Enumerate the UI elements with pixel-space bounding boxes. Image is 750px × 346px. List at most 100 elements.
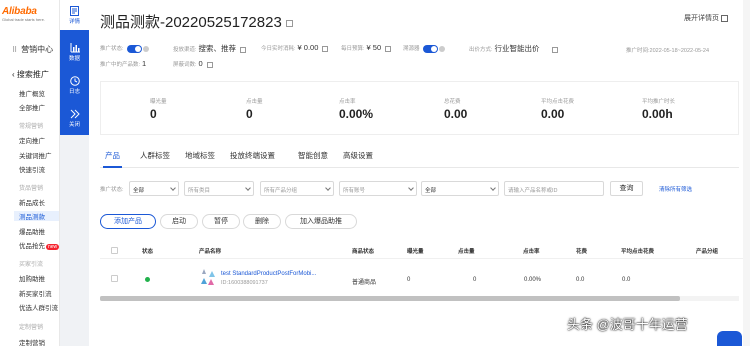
spend-value: 0.0	[576, 277, 585, 283]
smart-toggle-group: 溯源器	[403, 44, 445, 53]
sidebar-item[interactable]: 关键词推广	[19, 150, 52, 160]
product-name-link[interactable]: test StandardProductPostForMobi...	[221, 271, 316, 277]
expand-details-button[interactable]: 展开详情页	[684, 13, 728, 23]
row-checkbox[interactable]	[111, 275, 118, 282]
edit-channel-icon[interactable]	[240, 46, 247, 53]
stat-label: 点击量	[246, 99, 263, 105]
col-spend[interactable]: 花费	[576, 247, 587, 255]
stat-value: 0.00%	[339, 107, 374, 121]
delete-button[interactable]: 删除	[243, 214, 281, 229]
page-title: 测品测款-20220525172823	[100, 11, 293, 32]
category-filter-select[interactable]: 所有类目	[184, 181, 254, 196]
sidebar-item-label: 定制营销	[19, 340, 45, 346]
rail-data-button[interactable]: 数据	[60, 37, 89, 67]
sidebar-item[interactable]: 定制营销	[19, 337, 45, 346]
product-search-input[interactable]: 请输入产品名称或ID	[504, 181, 604, 196]
stat-value: 0.00h	[642, 107, 673, 121]
stat-value: 0.00	[444, 107, 468, 121]
sidebar-item[interactable]: 加购助推	[19, 273, 45, 283]
back-label: 搜索推广	[16, 70, 49, 79]
rail-close-button[interactable]: 关闭	[60, 103, 89, 133]
start-button[interactable]: 启动	[160, 214, 198, 229]
alibaba-logo[interactable]: Alibaba Global trade starts here.	[2, 6, 59, 28]
floating-help-button[interactable]	[717, 331, 742, 346]
promo-period-value: 2022-05-18~2022-05-24	[649, 48, 710, 54]
sidebar-item[interactable]: 爆品助推	[19, 226, 45, 236]
tab-region-tags[interactable]: 地域标签	[185, 150, 215, 161]
today-spend-label: 今日实时消耗:	[261, 46, 296, 52]
edit-blocked-icon[interactable]	[206, 61, 213, 68]
sidebar-item[interactable]: 定向推广	[19, 135, 45, 145]
col-avg-cpc[interactable]: 平均点击花费	[621, 247, 654, 255]
logo-tagline: Global trade starts here.	[2, 17, 45, 22]
tab-audience-tags[interactable]: 人群标签	[140, 150, 170, 161]
tab-device-settings[interactable]: 投放终端设置	[230, 150, 275, 161]
sidebar-item[interactable]: 测品测款	[14, 211, 59, 221]
rail-log-label: 日志	[68, 89, 80, 95]
logo-brand: Alibaba	[2, 6, 37, 17]
sidebar-item[interactable]: 新买家引流	[19, 288, 52, 298]
tab-smart-creative[interactable]: 智能创意	[298, 150, 328, 161]
chevron-down-icon	[325, 185, 331, 191]
pause-button[interactable]: 暂停	[202, 214, 240, 229]
product-id: ID:1600388091737	[221, 280, 268, 286]
ctr-value: 0.00%	[524, 277, 542, 283]
col-product-group: 产品分组	[696, 249, 719, 255]
product-group-filter-select[interactable]: 所有产品分组	[260, 181, 334, 196]
bar-chart-icon	[70, 43, 80, 53]
impressions-value: 0	[407, 277, 411, 283]
rail-details-button[interactable]: 详情	[60, 0, 89, 30]
select-all-checkbox[interactable]	[111, 247, 118, 254]
add-product-button[interactable]: 添加产品	[100, 214, 156, 229]
table-horizontal-scrollbar[interactable]	[100, 296, 739, 301]
edit-spend-icon[interactable]	[322, 45, 329, 52]
channel-label: 投放渠道:	[173, 47, 197, 53]
sidebar-item[interactable]: 新品成长	[19, 197, 45, 207]
sidebar-group-label: 买家引流	[19, 259, 43, 268]
sidebar-group-label: 常规营销	[19, 121, 43, 130]
back-link[interactable]: ‹ 搜索推广	[12, 69, 49, 80]
clear-filters-link[interactable]: 清除所有筛选	[659, 185, 692, 193]
edit-bid-icon[interactable]	[551, 46, 558, 53]
promo-status-toggle[interactable]	[126, 44, 142, 53]
status-filter-select[interactable]: 全部	[129, 181, 179, 196]
col-product-status[interactable]: 商品状态	[352, 247, 374, 255]
sidebar-item-label: 新品成长	[19, 200, 45, 207]
edit-budget-icon[interactable]	[385, 45, 392, 52]
edit-title-icon[interactable]	[285, 19, 293, 27]
sidebar-item-label: 新买家引流	[19, 291, 52, 298]
product-group-placeholder: 所有产品分组	[264, 188, 298, 194]
rail-log-button[interactable]: 日志	[60, 70, 89, 100]
search-placeholder: 请输入产品名称或ID	[508, 188, 558, 194]
new-badge: new	[59, 306, 60, 312]
status-filter-label: 推广状态:	[100, 187, 124, 193]
chevron-down-icon	[408, 185, 414, 191]
account-filter-select[interactable]: 所有账号	[339, 181, 417, 196]
sidebar-item[interactable]: 快速引流	[19, 164, 45, 174]
scrollbar-thumb[interactable]	[100, 296, 680, 301]
icon-rail: 详情 数据 日志 关闭	[60, 0, 89, 135]
sidebar-item[interactable]: 全部推广	[19, 102, 45, 112]
add-to-boost-button[interactable]: 加入爆品助推	[285, 214, 357, 229]
help-icon[interactable]	[438, 45, 445, 52]
category-placeholder: 所有类目	[188, 188, 211, 194]
sidebar-item[interactable]: 优品抢先 new	[19, 240, 59, 250]
type-filter-select[interactable]: 全部	[421, 181, 499, 196]
col-impressions[interactable]: 曝光量	[407, 247, 424, 255]
col-ctr[interactable]: 点击率	[523, 247, 540, 255]
sidebar-item[interactable]: 推广概览	[19, 88, 45, 98]
table-row[interactable]: test StandardProductPostForMobi... ID:16…	[100, 266, 750, 292]
channel: 投放渠道: 搜索、推荐	[173, 43, 247, 54]
sidebar-item-label: 全部推广	[19, 105, 45, 112]
tab-products[interactable]: 产品	[103, 150, 122, 168]
query-button[interactable]: 查询	[610, 181, 643, 196]
col-clicks[interactable]: 点击量	[458, 247, 475, 255]
product-thumbnail[interactable]	[199, 268, 217, 286]
document-icon	[70, 6, 79, 16]
rail-data-label: 数据	[68, 56, 80, 62]
sidebar-item[interactable]: 优选人群引流new	[19, 302, 60, 312]
page-vertical-scrollbar[interactable]	[743, 0, 750, 346]
smart-toggle[interactable]	[422, 44, 438, 53]
tab-advanced-settings[interactable]: 高级设置	[343, 150, 373, 161]
help-icon[interactable]	[142, 45, 149, 52]
